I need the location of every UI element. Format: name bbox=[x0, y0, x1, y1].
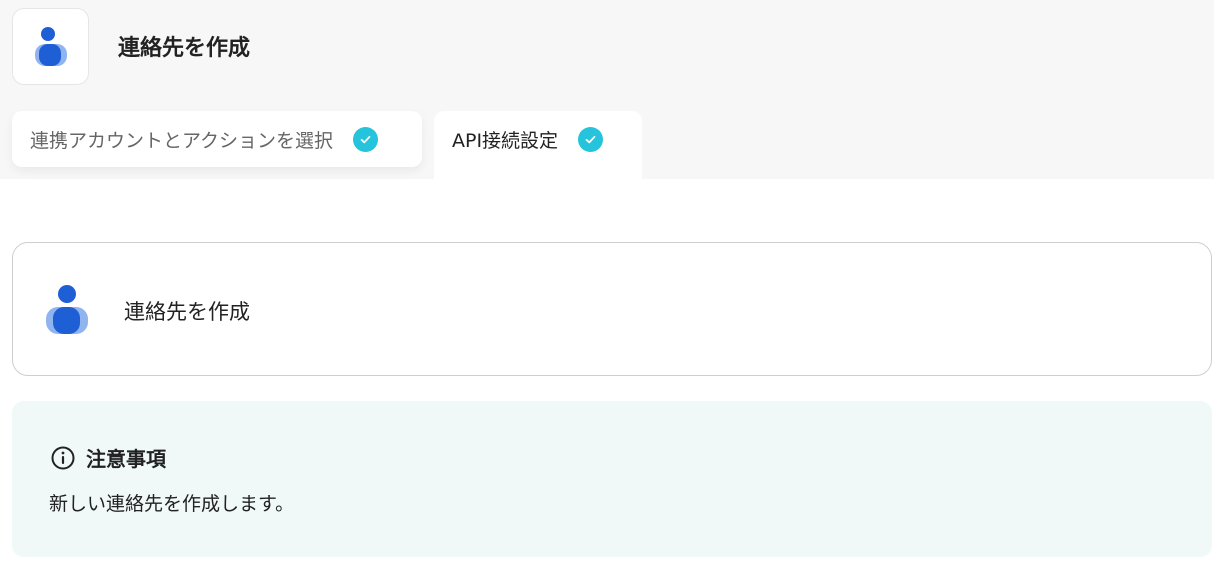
person-icon bbox=[46, 285, 88, 334]
page-title: 連絡先を作成 bbox=[118, 36, 251, 61]
info-icon bbox=[51, 446, 75, 469]
person-icon bbox=[34, 26, 67, 66]
notice-box: 注意事項 新しい連絡先を作成します。 bbox=[12, 401, 1212, 557]
notice-title: 注意事項 bbox=[50, 443, 166, 472]
notice-title-text: 注意事項 bbox=[86, 447, 166, 471]
tab-api-settings[interactable]: API接続設定 bbox=[434, 111, 642, 179]
check-icon bbox=[578, 126, 604, 152]
action-label: 連絡先を作成 bbox=[124, 300, 250, 324]
check-icon bbox=[353, 126, 379, 152]
action-card[interactable]: 連絡先を作成 bbox=[12, 242, 1212, 376]
tab-account-action[interactable]: 連携アカウントとアクションを選択 bbox=[12, 111, 422, 167]
tab-label: API接続設定 bbox=[452, 129, 559, 152]
app-icon-box bbox=[12, 8, 89, 85]
tab-label: 連携アカウントとアクションを選択 bbox=[30, 129, 334, 152]
notice-body: 新しい連絡先を作成します。 bbox=[49, 493, 295, 515]
